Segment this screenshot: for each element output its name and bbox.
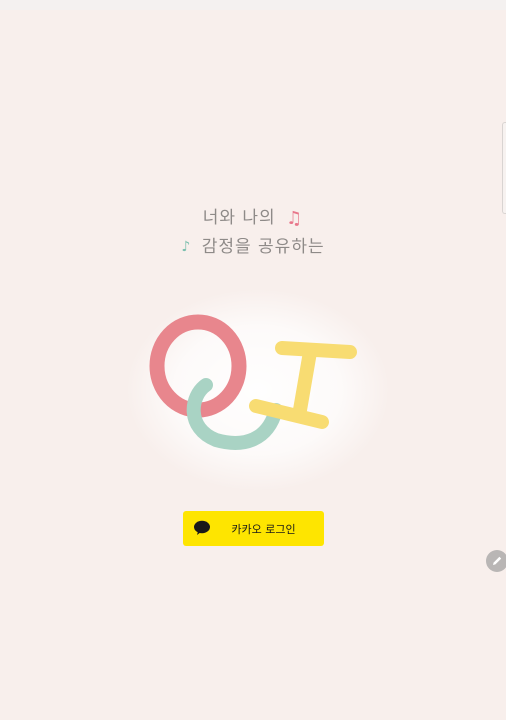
side-scroll-handle[interactable] — [502, 122, 506, 214]
speech-bubble-icon — [194, 520, 210, 535]
status-strip — [0, 0, 506, 10]
pencil-icon — [493, 556, 502, 565]
tagline-line-1: 너와 나의 ♫ — [0, 204, 506, 233]
logo-i-shape — [249, 341, 357, 429]
tagline-line-1-text: 너와 나의 — [202, 208, 276, 228]
tagline-line-2: ♪ 감정을 공유하는 — [0, 233, 506, 262]
edit-fab-button[interactable] — [486, 550, 506, 572]
music-note-icon: ♫ — [286, 207, 304, 229]
app-logo — [149, 314, 357, 450]
kakao-login-button[interactable]: 카카오 로그인 — [183, 511, 324, 546]
tagline: 너와 나의 ♫ ♪ 감정을 공유하는 — [0, 204, 506, 261]
tagline-line-2-text: 감정을 공유하는 — [201, 236, 325, 257]
music-note-icon: ♪ — [181, 239, 192, 255]
